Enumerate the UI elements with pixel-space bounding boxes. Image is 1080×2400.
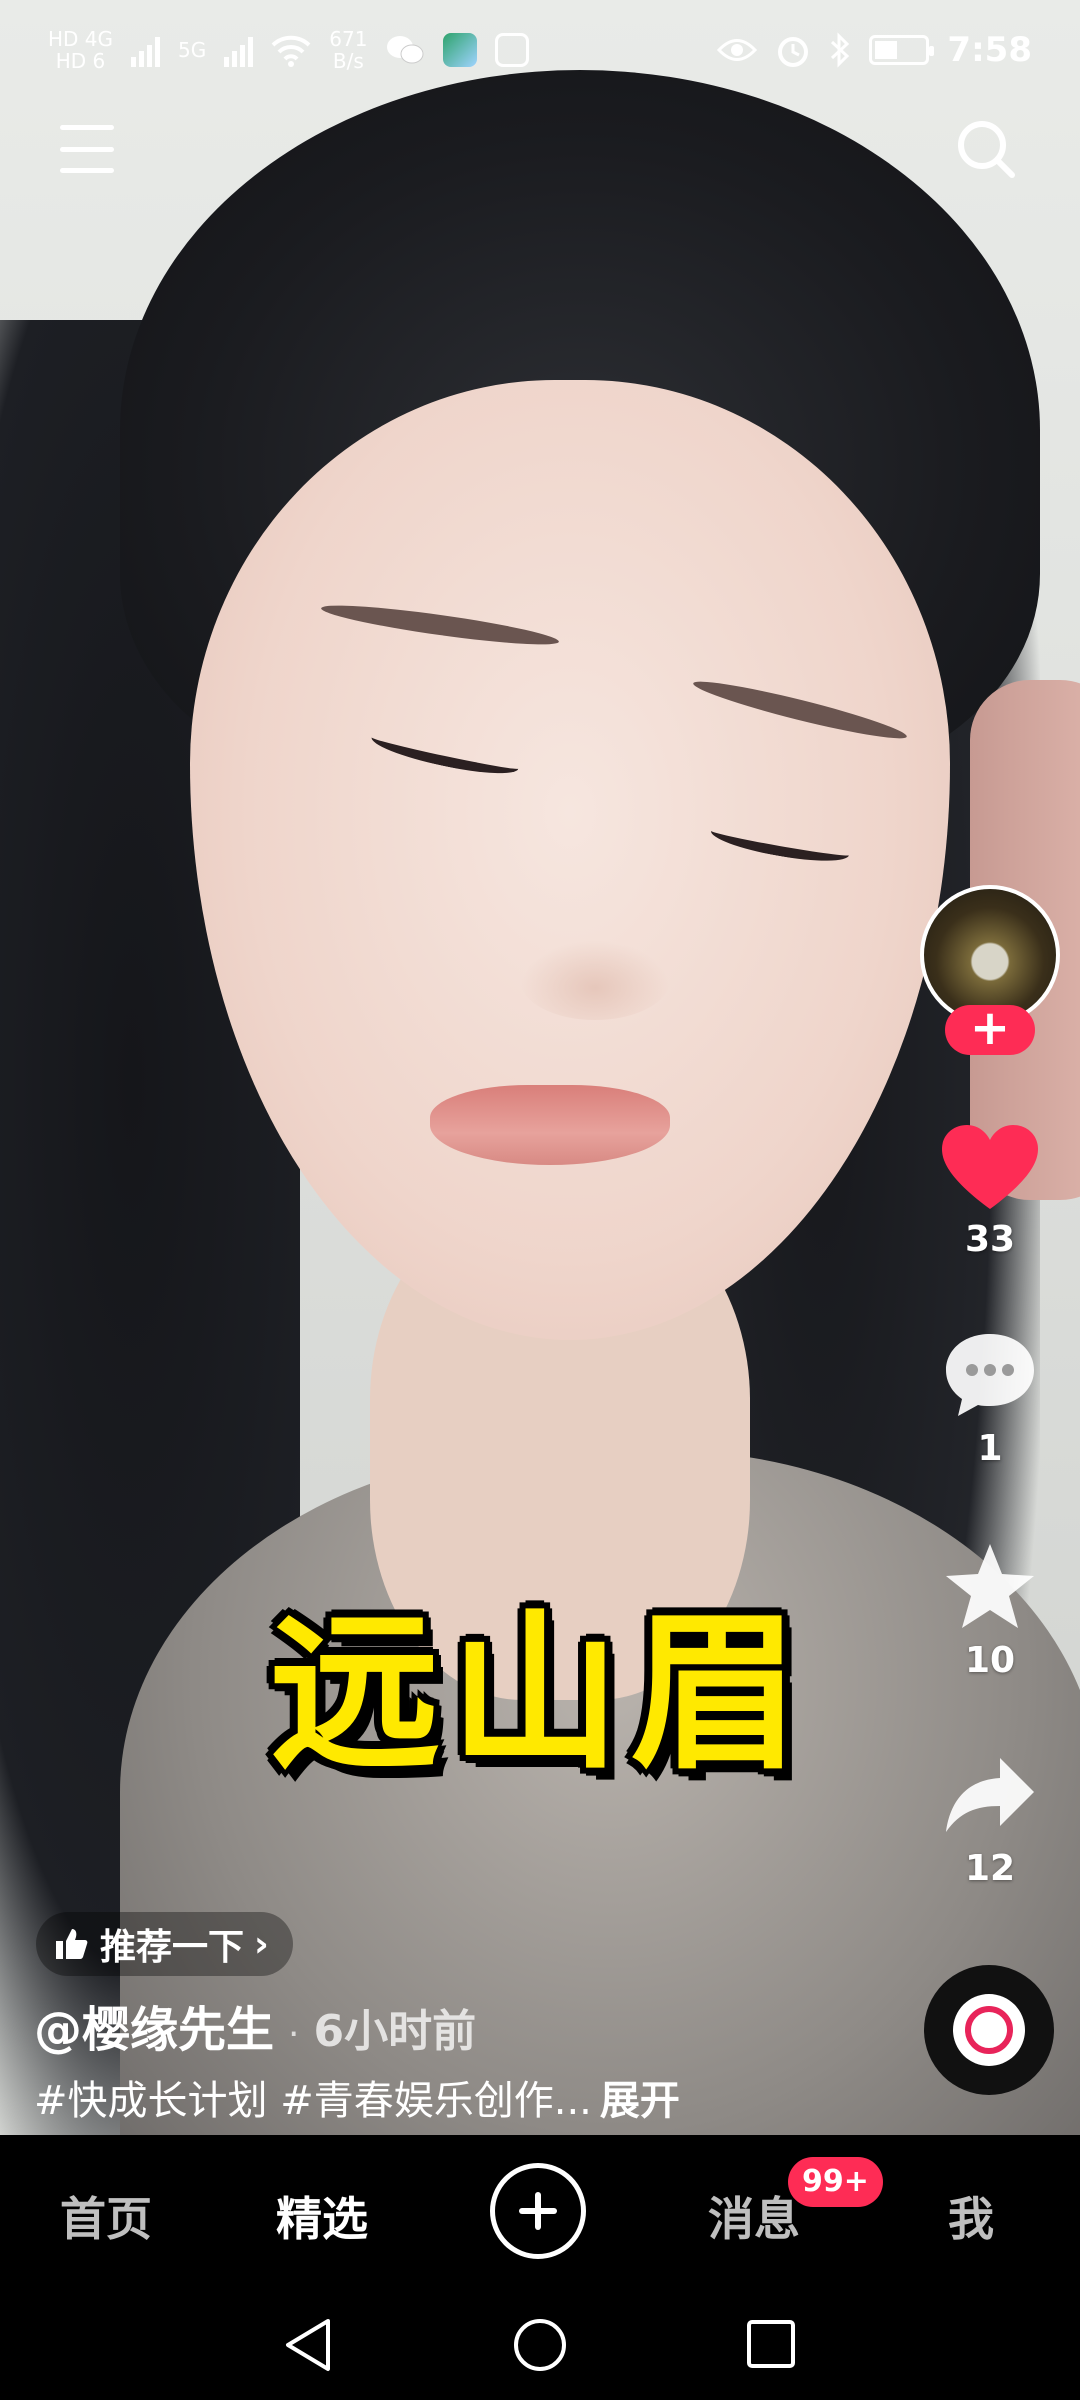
video-lips — [430, 1085, 670, 1165]
share-count: 12 — [964, 1848, 1016, 1889]
video-player[interactable] — [0, 0, 1080, 2135]
recommend-label: 推荐一下 — [100, 1927, 245, 1968]
back-icon[interactable] — [282, 2317, 334, 2373]
post-time: 6小时前 — [313, 2006, 477, 2057]
comment-button[interactable]: 1 — [920, 1330, 1060, 1469]
author-name[interactable]: @樱缘先生 — [34, 1990, 274, 2060]
network-5g-label: 5G — [178, 38, 207, 62]
eye-icon — [717, 39, 758, 61]
heart-icon — [942, 1125, 1038, 1209]
share-icon — [946, 1758, 1034, 1832]
status-bar: HD 4G HD 6 5G 671 B/s 7:58 — [0, 0, 1080, 100]
recommend-button[interactable]: 推荐一下 › — [36, 1912, 293, 1976]
signal-icon — [131, 33, 161, 67]
status-left: HD 4G HD 6 5G 671 B/s — [48, 27, 530, 73]
music-disc-button[interactable] — [924, 1965, 1054, 2095]
signal-icon-2 — [224, 33, 254, 67]
search-icon[interactable] — [955, 118, 1017, 180]
bottom-nav: 首页 精选 消息 99+ 我 — [0, 2135, 1080, 2285]
chevron-right-icon: › — [254, 1923, 269, 1965]
share-button[interactable]: 12 — [920, 1750, 1060, 1889]
wifi-icon — [271, 35, 311, 67]
like-button[interactable]: 33 — [920, 1125, 1060, 1260]
app-notification-icon — [443, 33, 478, 67]
clock: 7:58 — [947, 30, 1032, 70]
description-text[interactable]: #快成长计划 #青春娱乐创作... — [34, 2078, 592, 2124]
messages-badge: 99+ — [788, 2157, 883, 2207]
bluetooth-icon — [831, 32, 850, 68]
network-label: HD 4G HD 6 — [48, 27, 114, 73]
author-line: @樱缘先生 · 6小时前 — [34, 1990, 476, 2060]
video-caption: 远山眉 — [269, 1593, 810, 1793]
tab-messages[interactable]: 消息 — [708, 2183, 800, 2249]
follow-button[interactable]: + — [945, 1004, 1035, 1055]
network-speed: 671 B/s — [329, 27, 368, 73]
battery-icon — [869, 35, 935, 65]
video-nose — [520, 940, 670, 1020]
video-description: #快成长计划 #青春娱乐创作... 展开 — [34, 2068, 680, 2126]
separator-dot: · — [288, 2014, 300, 2055]
alarm-icon — [778, 37, 809, 67]
system-nav-bar — [0, 2285, 1080, 2400]
thumbs-up-icon — [56, 1929, 88, 1959]
expand-button[interactable]: 展开 — [600, 2078, 680, 2124]
recents-icon[interactable] — [746, 2319, 796, 2369]
menu-icon[interactable] — [60, 125, 114, 173]
home-icon[interactable] — [512, 2317, 568, 2373]
wechat-icon — [387, 36, 424, 64]
favorite-count: 10 — [964, 1640, 1016, 1681]
comment-icon — [946, 1334, 1034, 1416]
comment-count: 1 — [977, 1428, 1003, 1469]
star-icon — [946, 1544, 1034, 1628]
favorite-button[interactable]: 10 — [920, 1540, 1060, 1681]
status-right: 7:58 — [717, 30, 1032, 70]
music-disc-icon — [953, 1994, 1025, 2066]
create-button[interactable] — [490, 2163, 586, 2259]
tab-me[interactable]: 我 — [948, 2183, 994, 2249]
tab-featured[interactable]: 精选 — [276, 2183, 368, 2249]
like-count: 33 — [964, 1219, 1016, 1260]
hand-gesture-icon — [495, 33, 530, 67]
tab-home[interactable]: 首页 — [60, 2183, 152, 2249]
